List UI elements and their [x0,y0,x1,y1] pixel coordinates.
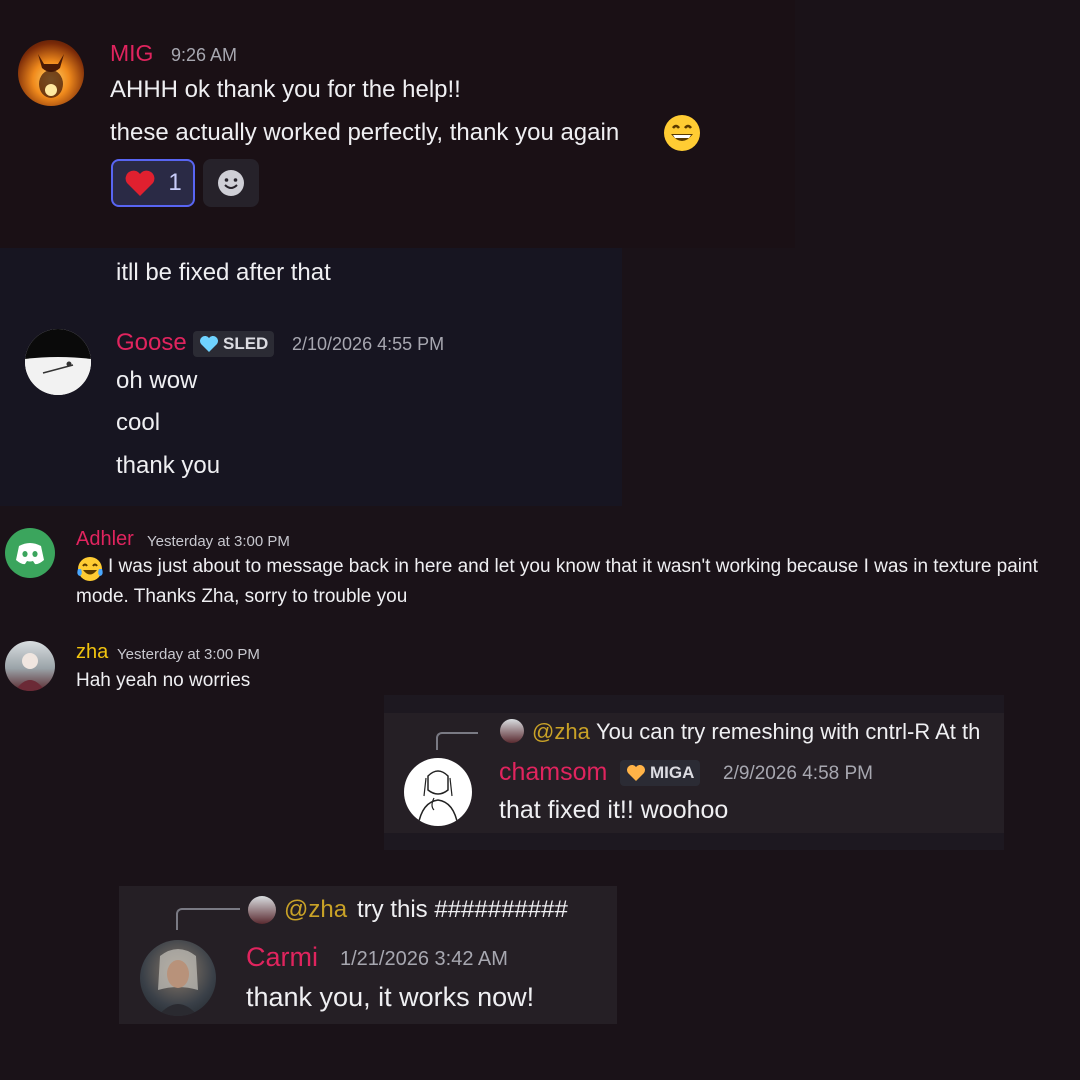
person-portrait-icon [15,653,45,691]
message-text: I was just about to message back in here… [108,556,1038,577]
orange-heart-icon [627,765,645,781]
timestamp: 2/9/2026 4:58 PM [723,763,873,784]
reply-mention[interactable]: @zha [284,896,347,924]
timestamp: 2/10/2026 4:55 PM [292,334,445,354]
timestamp: 9:26 AM [171,45,238,65]
reply-preview-text[interactable]: try this ########## [357,896,568,924]
avatar[interactable] [18,40,84,106]
add-reaction-button[interactable] [203,159,259,207]
tears-of-joy-icon [77,557,103,581]
message-group-goose: itll be fixed after that Goose SLED 2/10… [0,248,622,506]
reply-mention[interactable]: @zha [532,719,590,745]
message-text: mode. Thanks Zha, sorry to trouble you [76,586,408,607]
heart-icon [125,170,155,196]
username[interactable]: Carmi [246,942,318,973]
username[interactable]: MIG [110,40,153,67]
message-text: thank you, it works now! [246,982,535,1012]
message-group-mig: MIG 9:26 AM AHHH ok thank you for the he… [0,0,795,248]
reply-preview-text[interactable]: You can try remeshing with cntrl-R At th [596,719,980,745]
demon-figure-icon [38,54,64,98]
message-text: Hah yeah no worries [76,670,251,691]
grinning-face-icon [664,115,700,151]
message-text: cool [116,409,161,436]
timestamp: 1/21/2026 3:42 AM [340,948,508,970]
avatar[interactable] [5,641,55,691]
warrior-portrait-icon [158,949,198,1016]
reply-avatar [500,719,524,743]
message-group-zha: zha Yesterday at 3:00 PM Hah yeah no wor… [0,632,380,702]
message-text: oh wow [116,367,198,394]
heart-reaction[interactable]: 1 [111,159,195,207]
server-tag[interactable]: SLED [193,331,275,357]
username[interactable]: Adhler [76,528,134,551]
server-tag-label: SLED [223,334,269,353]
timestamp: Yesterday at 3:00 PM [117,646,260,663]
reaction-count: 1 [168,169,182,196]
message-text: AHHH ok thank you for the help!! [110,76,461,103]
message-text: that fixed it!! woohoo [499,796,729,824]
message-group-carmi: @zha try this ########## Carmi 1/21/2026… [119,886,617,1024]
avatar[interactable] [5,528,55,578]
message-group-chamsom: @zha You can try remeshing with cntrl-R … [384,695,1004,850]
avatar[interactable] [25,329,91,395]
smiley-add-icon [218,170,244,196]
snow-scene-icon [25,329,91,395]
server-tag[interactable]: MIGA [620,760,701,786]
username[interactable]: Goose [116,329,187,357]
reply-avatar [248,896,276,924]
avatar[interactable] [140,940,216,1016]
avatar[interactable] [404,758,472,826]
message-text: these actually worked perfectly, thank y… [110,119,620,146]
discord-logo-icon [16,543,44,565]
username[interactable]: zha [76,641,108,664]
message-text: itll be fixed after that [116,259,331,286]
message-group-adhler: Adhler Yesterday at 3:00 PM I was just a… [0,520,1080,620]
sketch-person-icon [417,770,459,826]
reply-connector [436,732,478,750]
timestamp: Yesterday at 3:00 PM [147,533,290,550]
message-text: thank you [116,452,221,479]
reply-connector [176,908,240,930]
server-tag-label: MIGA [650,763,695,782]
blue-heart-icon [200,336,218,352]
username[interactable]: chamsom [499,758,607,787]
